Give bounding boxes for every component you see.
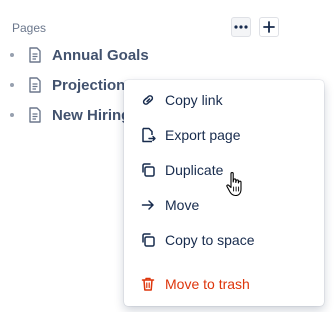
page-title: Annual Goals (52, 46, 149, 64)
bullet-icon (10, 113, 14, 117)
page-item-annual-goals[interactable]: Annual Goals (10, 43, 210, 67)
trash-icon (140, 276, 156, 292)
plus-icon (263, 21, 275, 33)
menu-item-move-to-trash[interactable]: Move to trash (124, 269, 324, 299)
page-title: New Hiring (52, 106, 131, 124)
menu-item-label: Copy link (165, 92, 223, 108)
add-page-button[interactable] (259, 17, 279, 37)
menu-item-label: Move to trash (165, 276, 250, 292)
menu-item-label: Export page (165, 127, 241, 143)
page-document-icon (28, 77, 42, 93)
bullet-icon (10, 83, 14, 87)
pages-section-header: Pages (12, 17, 282, 38)
menu-item-label: Move (165, 197, 200, 213)
pages-section-label: Pages (12, 21, 47, 35)
more-options-button[interactable] (231, 17, 251, 37)
more-dots-icon (234, 25, 248, 29)
link-icon (140, 92, 156, 108)
page-document-icon (28, 107, 42, 123)
page-title: Projections (52, 76, 134, 94)
menu-item-copy-link[interactable]: Copy link (124, 85, 324, 115)
menu-item-label: Copy to space (165, 232, 255, 248)
export-page-icon (140, 127, 156, 143)
bullet-icon (10, 53, 14, 57)
menu-divider (124, 262, 324, 263)
menu-item-export-page[interactable]: Export page (124, 120, 324, 150)
arrow-right-icon (140, 197, 156, 213)
page-document-icon (28, 47, 42, 63)
duplicate-icon (140, 162, 156, 178)
hand-pointer-cursor-icon (226, 172, 242, 197)
menu-item-label: Duplicate (165, 162, 224, 178)
menu-item-copy-to-space[interactable]: Copy to space (124, 225, 324, 255)
copy-to-space-icon (140, 232, 156, 248)
